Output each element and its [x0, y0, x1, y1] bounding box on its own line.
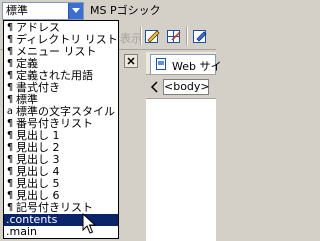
tab-label: Web サイ: [172, 60, 222, 73]
chevron-down-icon: [72, 8, 80, 13]
paragraph-icon: ¶: [6, 142, 14, 153]
paragraph-icon: ¶: [6, 82, 14, 93]
paragraph-icon: ¶: [6, 58, 14, 69]
close-icon: [127, 57, 135, 65]
paragraph-icon: ¶: [6, 118, 14, 129]
style-dropdown-button[interactable]: [68, 3, 83, 19]
tab-web-site[interactable]: Web サイ: [150, 54, 221, 74]
edit-page-icon[interactable]: [192, 28, 208, 44]
toolbar-separator: [186, 27, 188, 45]
list-item-label: .main: [6, 225, 37, 238]
mouse-pointer-icon: [82, 213, 97, 234]
style-dropdown-list[interactable]: ¶ アドレス ¶ ディレクトリ リスト ¶ メニュー リスト ¶ 定義 ¶ 定義された用語…: [3, 20, 119, 239]
paragraph-icon: ¶: [6, 154, 14, 165]
style-combo-value: 標準: [6, 4, 28, 17]
toolbar-label-faded: 表示: [120, 32, 142, 45]
paragraph-icon: ¶: [6, 94, 14, 105]
paragraph-icon: ¶: [6, 22, 14, 33]
page-icon: [156, 58, 166, 70]
chevron-left-icon[interactable]: [150, 80, 159, 94]
panel-close-button[interactable]: [124, 54, 138, 68]
paragraph-icon: ¶: [6, 46, 14, 57]
font-combo-area[interactable]: [161, 2, 216, 20]
paragraph-icon: ¶: [6, 34, 14, 45]
paragraph-icon: ¶: [6, 178, 14, 189]
edit-grid-icon[interactable]: [166, 28, 182, 44]
tag-selector-body[interactable]: <body>: [163, 79, 210, 95]
paragraph-icon: ¶: [6, 190, 14, 201]
paragraph-icon: ¶: [6, 166, 14, 177]
character-style-icon: a: [6, 106, 14, 117]
list-item[interactable]: .main: [4, 226, 118, 238]
paragraph-icon: ¶: [6, 70, 14, 81]
toolbar-separator: [140, 27, 142, 45]
edit-frame-icon[interactable]: [144, 28, 160, 44]
design-canvas[interactable]: [146, 99, 216, 241]
font-combo-value[interactable]: MS Pゴシック: [90, 4, 161, 17]
style-combo[interactable]: 標準: [2, 2, 84, 20]
paragraph-icon: ¶: [6, 130, 14, 141]
